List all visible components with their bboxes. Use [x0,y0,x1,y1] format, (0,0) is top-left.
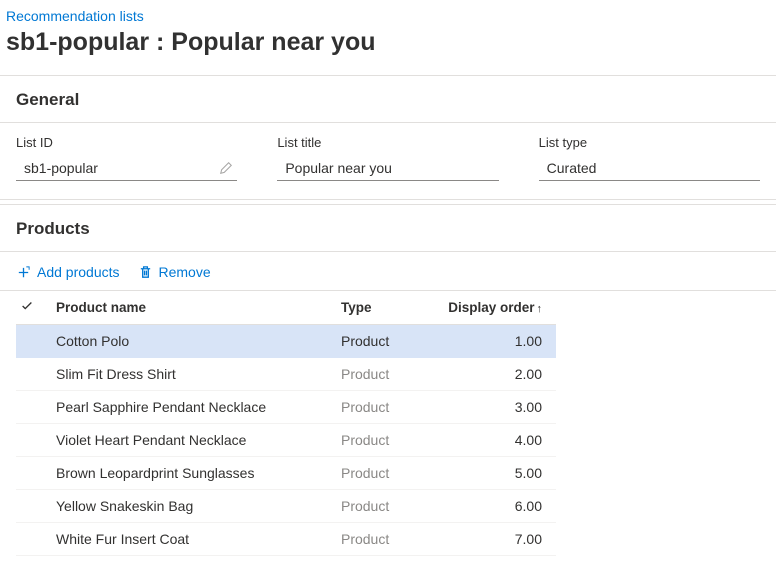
page-title: sb1-popular : Popular near you [0,26,776,71]
column-header-order-label: Display order [448,300,534,315]
input-list-id-value: sb1-popular [24,160,98,176]
display-order-cell: 6.00 [414,490,556,523]
row-select-cell[interactable] [16,358,44,391]
display-order-cell: 5.00 [414,457,556,490]
table-row[interactable]: Cotton PoloProduct1.00 [16,325,556,358]
table-row[interactable]: White Fur Insert CoatProduct7.00 [16,523,556,556]
product-type-cell: Product [337,358,414,391]
product-name-cell: Pearl Sapphire Pendant Necklace [44,391,337,424]
row-select-cell[interactable] [16,457,44,490]
field-label-list-title: List title [277,135,498,150]
product-type-cell: Product [337,523,414,556]
input-list-type-value: Curated [547,160,597,176]
display-order-cell: 1.00 [414,325,556,358]
breadcrumb-link[interactable]: Recommendation lists [0,0,776,26]
section-header-products: Products [0,205,776,252]
row-select-cell[interactable] [16,325,44,358]
field-list-title: List title Popular near you [277,135,498,181]
row-select-cell[interactable] [16,490,44,523]
input-list-title-value: Popular near you [285,160,392,176]
pencil-icon [219,161,233,175]
column-select-all[interactable] [16,291,44,325]
table-row[interactable]: Yellow Snakeskin BagProduct6.00 [16,490,556,523]
product-name-cell: Slim Fit Dress Shirt [44,358,337,391]
sort-ascending-icon: ↑ [537,303,543,315]
add-icon [16,265,31,280]
product-type-cell: Product [337,325,414,358]
trash-icon [138,265,153,280]
field-label-list-id: List ID [16,135,237,150]
product-type-cell: Product [337,490,414,523]
row-select-cell[interactable] [16,523,44,556]
table-row[interactable]: Violet Heart Pendant NecklaceProduct4.00 [16,424,556,457]
remove-button[interactable]: Remove [138,264,211,280]
column-header-order[interactable]: Display order↑ [414,291,556,325]
section-general: General List ID sb1-popular List title P… [0,75,776,200]
product-type-cell: Product [337,457,414,490]
checkmark-icon [20,299,34,313]
input-list-id[interactable]: sb1-popular [16,156,237,181]
product-name-cell: White Fur Insert Coat [44,523,337,556]
display-order-cell: 3.00 [414,391,556,424]
table-header-row: Product name Type Display order↑ [16,291,556,325]
section-header-general: General [0,76,776,123]
input-list-title[interactable]: Popular near you [277,156,498,181]
product-type-cell: Product [337,391,414,424]
add-products-button[interactable]: Add products [16,264,120,280]
product-name-cell: Yellow Snakeskin Bag [44,490,337,523]
product-type-cell: Product [337,424,414,457]
field-label-list-type: List type [539,135,760,150]
product-name-cell: Brown Leopardprint Sunglasses [44,457,337,490]
table-row[interactable]: Slim Fit Dress ShirtProduct2.00 [16,358,556,391]
products-toolbar: Add products Remove [0,252,776,291]
display-order-cell: 2.00 [414,358,556,391]
section-products: Products Add products Remove Product nam… [0,204,776,556]
table-row[interactable]: Pearl Sapphire Pendant NecklaceProduct3.… [16,391,556,424]
column-header-type[interactable]: Type [337,291,414,325]
field-list-type: List type Curated [539,135,760,181]
display-order-cell: 7.00 [414,523,556,556]
field-list-id: List ID sb1-popular [16,135,237,181]
input-list-type[interactable]: Curated [539,156,760,181]
display-order-cell: 4.00 [414,424,556,457]
product-name-cell: Cotton Polo [44,325,337,358]
table-row[interactable]: Brown Leopardprint SunglassesProduct5.00 [16,457,556,490]
row-select-cell[interactable] [16,424,44,457]
remove-label: Remove [159,264,211,280]
products-table: Product name Type Display order↑ Cotton … [16,291,556,556]
add-products-label: Add products [37,264,120,280]
row-select-cell[interactable] [16,391,44,424]
column-header-name[interactable]: Product name [44,291,337,325]
product-name-cell: Violet Heart Pendant Necklace [44,424,337,457]
